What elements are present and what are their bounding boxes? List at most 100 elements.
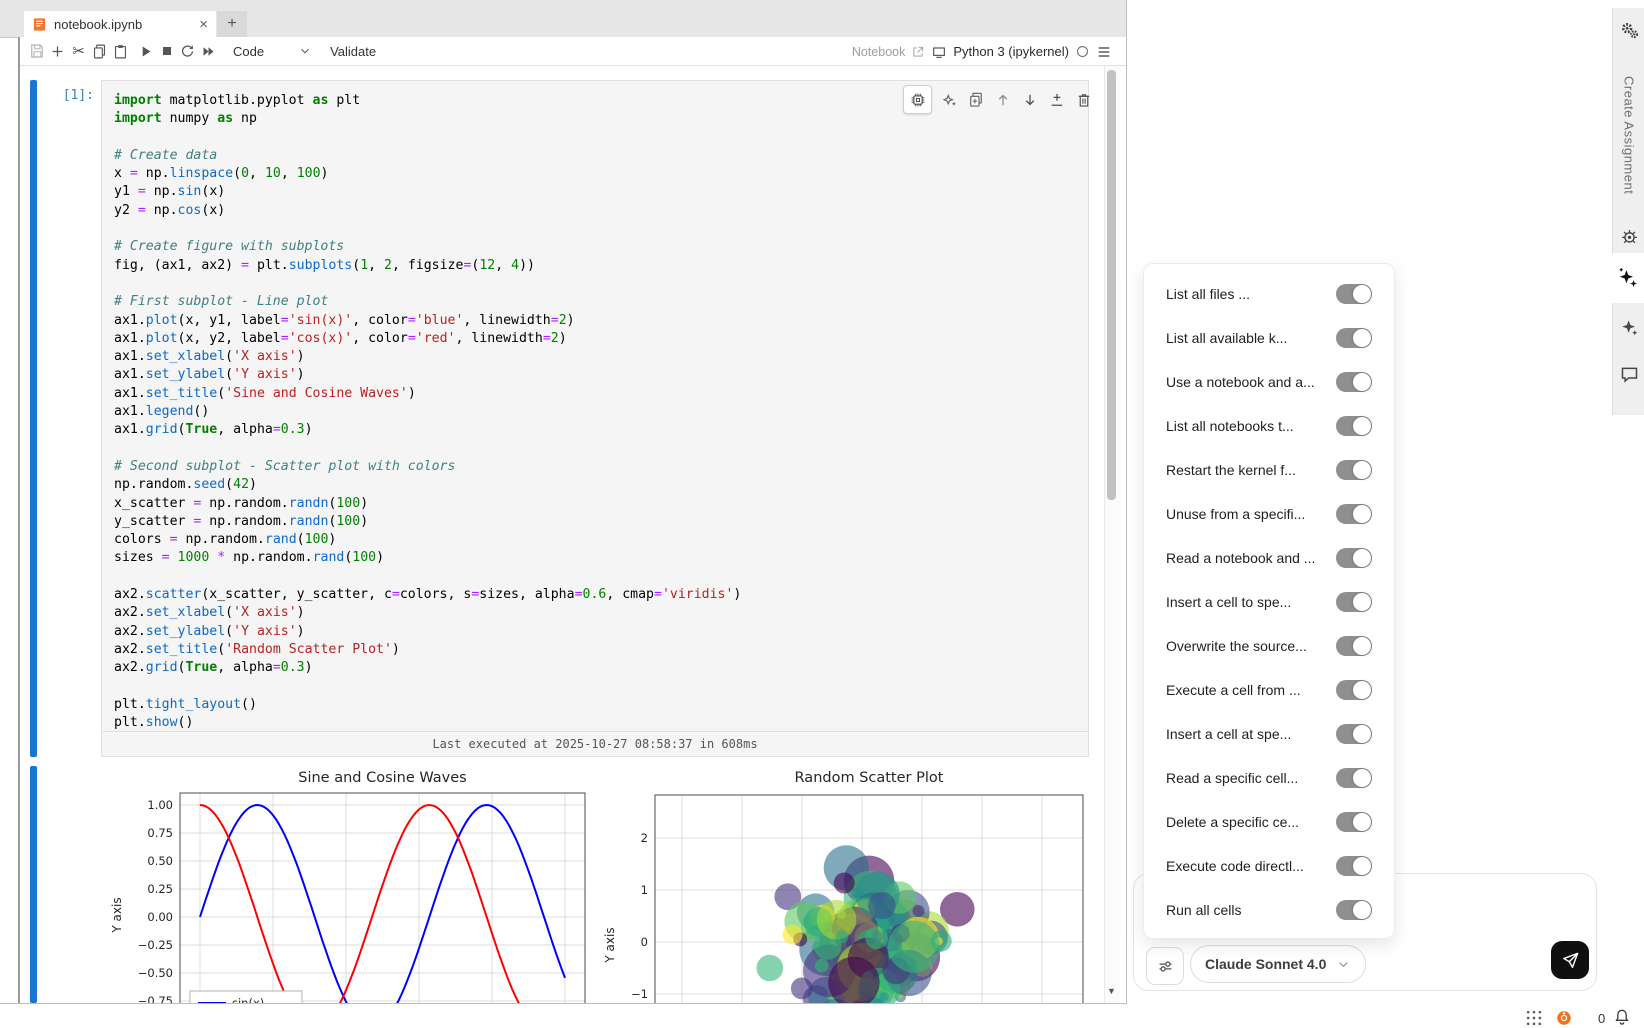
move-cell-up-button[interactable] <box>993 90 1013 110</box>
run-cell-button[interactable] <box>135 40 156 62</box>
tool-toggle[interactable] <box>1336 504 1372 524</box>
tool-label: Restart the kernel f... <box>1166 462 1296 478</box>
delete-cell-button[interactable] <box>1074 90 1094 110</box>
code-line: ax2.set_title('Random Scatter Plot') <box>114 641 1088 659</box>
svg-text:−0.50: −0.50 <box>138 966 173 980</box>
svg-text:0: 0 <box>641 935 648 949</box>
apps-grid-icon[interactable] <box>1524 1008 1544 1028</box>
tool-toggle[interactable] <box>1336 372 1372 392</box>
tool-label: Use a notebook and a... <box>1166 374 1315 390</box>
restart-kernel-button[interactable] <box>177 40 198 62</box>
copy-cells-button[interactable] <box>89 40 110 62</box>
chat-settings-button[interactable] <box>1146 947 1184 985</box>
code-line: colors = np.random.rand(100) <box>114 531 1088 549</box>
svg-text:Y axis: Y axis <box>110 897 124 933</box>
tool-toggle[interactable] <box>1336 548 1372 568</box>
kernel-name[interactable]: Python 3 (ipykernel) <box>953 44 1069 59</box>
cell-type-value: Code <box>233 44 264 59</box>
sparkle-diamond-icon[interactable] <box>1613 317 1644 338</box>
code-line: y_scatter = np.random.randn(100) <box>114 513 1088 531</box>
menu-icon[interactable] <box>1096 44 1112 60</box>
scroll-down-icon[interactable]: ▼ <box>1104 986 1119 996</box>
cut-cells-icon[interactable]: ✂ <box>68 40 89 62</box>
tool-toggle[interactable] <box>1336 460 1372 480</box>
code-line: x_scatter = np.random.randn(100) <box>114 495 1088 513</box>
debug-bug-icon[interactable] <box>1613 226 1644 247</box>
code-line <box>114 678 1088 696</box>
sparkles-button[interactable] <box>939 90 959 110</box>
scrollbar-thumb[interactable] <box>1107 70 1116 500</box>
sliders-icon <box>1156 957 1175 976</box>
insert-cell-above-button[interactable] <box>1047 90 1067 110</box>
create-assignment-tab[interactable]: Create Assignment <box>1613 60 1644 210</box>
bell-icon[interactable] <box>1612 1007 1632 1027</box>
code-line: ax1.legend() <box>114 403 1088 421</box>
svg-text:0.75: 0.75 <box>147 826 173 840</box>
restart-run-all-button[interactable] <box>198 40 219 62</box>
code-content[interactable]: import matplotlib.pyplot as pltimport nu… <box>102 81 1088 732</box>
ai-sparkle-icon[interactable] <box>1615 266 1640 291</box>
notification-count: 0 <box>1598 1011 1605 1026</box>
tool-toggle[interactable] <box>1336 724 1372 744</box>
tool-toggle[interactable] <box>1336 856 1372 876</box>
code-line: ax1.plot(x, y1, label='sin(x)', color='b… <box>114 312 1088 330</box>
code-line: plt.show() <box>114 714 1088 732</box>
tool-label: Execute code directl... <box>1166 858 1304 874</box>
code-line <box>114 568 1088 586</box>
cell-type-select[interactable]: Code <box>233 44 312 59</box>
tool-toggle[interactable] <box>1336 900 1372 920</box>
window-left-edge <box>18 37 20 1003</box>
validate-button[interactable]: Validate <box>330 44 376 59</box>
svg-text:Sine and Cosine Waves: Sine and Cosine Waves <box>298 770 467 786</box>
tool-toggle[interactable] <box>1336 636 1372 656</box>
tool-toggle[interactable] <box>1336 592 1372 612</box>
interrupt-kernel-button[interactable] <box>156 40 177 62</box>
svg-text:Random Scatter Plot: Random Scatter Plot <box>795 770 944 786</box>
model-selector[interactable]: Claude Sonnet 4.0 <box>1190 945 1366 983</box>
toggle-knob <box>1353 769 1371 787</box>
tool-label: Read a specific cell... <box>1166 770 1298 786</box>
external-link-icon[interactable] <box>911 45 925 59</box>
tool-toggle-row: Execute a cell from ... <box>1144 668 1394 712</box>
toggle-knob <box>1353 417 1371 435</box>
tool-label: Read a notebook and ... <box>1166 550 1315 566</box>
new-tab-button[interactable]: + <box>217 11 247 37</box>
tool-toggle-row: Read a notebook and ... <box>1144 536 1394 580</box>
svg-text:0.50: 0.50 <box>147 854 173 868</box>
tool-toggle[interactable] <box>1336 812 1372 832</box>
toggle-knob <box>1353 329 1371 347</box>
tool-toggle[interactable] <box>1336 284 1372 304</box>
cell-collapser-input[interactable] <box>30 80 37 757</box>
ubuntu-orange-icon[interactable] <box>1555 1009 1573 1027</box>
tool-toggle[interactable] <box>1336 416 1372 436</box>
send-button[interactable] <box>1551 941 1589 979</box>
output-line-chart: 1.000.750.500.250.00−0.25−0.50−0.75sin(x… <box>105 765 605 1003</box>
svg-text:1: 1 <box>641 883 648 897</box>
duplicate-cell-button[interactable] <box>966 90 986 110</box>
paste-cells-button[interactable] <box>110 40 131 62</box>
ai-chip-button[interactable] <box>903 85 932 114</box>
cell-collapser-output[interactable] <box>30 766 37 1003</box>
move-cell-down-button[interactable] <box>1020 90 1040 110</box>
code-cell-editor[interactable]: import matplotlib.pyplot as pltimport nu… <box>101 80 1089 757</box>
cell-toolbar <box>903 85 1094 114</box>
tool-label: List all notebooks t... <box>1166 418 1294 434</box>
add-cell-button[interactable] <box>47 40 68 62</box>
tool-toggle[interactable] <box>1336 328 1372 348</box>
code-line: np.random.seed(42) <box>114 476 1088 494</box>
toggle-knob <box>1353 549 1371 567</box>
chat-bubble-icon[interactable] <box>1613 364 1644 385</box>
tool-toggle-row: Read a specific cell... <box>1144 756 1394 800</box>
paper-plane-icon <box>1561 951 1580 970</box>
tab-notebook[interactable]: notebook.ipynb × <box>24 11 216 37</box>
code-line: # Create figure with subplots <box>114 238 1088 256</box>
toggle-knob <box>1353 813 1371 831</box>
notebook-mode-label: Notebook <box>852 45 906 59</box>
tool-toggle-row: Delete a specific ce... <box>1144 800 1394 844</box>
tool-toggle[interactable] <box>1336 680 1372 700</box>
tab-close-icon[interactable]: × <box>199 17 208 32</box>
save-button[interactable] <box>26 40 47 62</box>
tool-toggle[interactable] <box>1336 768 1372 788</box>
kernel-status-icon[interactable] <box>1075 44 1090 59</box>
settings-gears-icon[interactable] <box>1613 20 1644 42</box>
